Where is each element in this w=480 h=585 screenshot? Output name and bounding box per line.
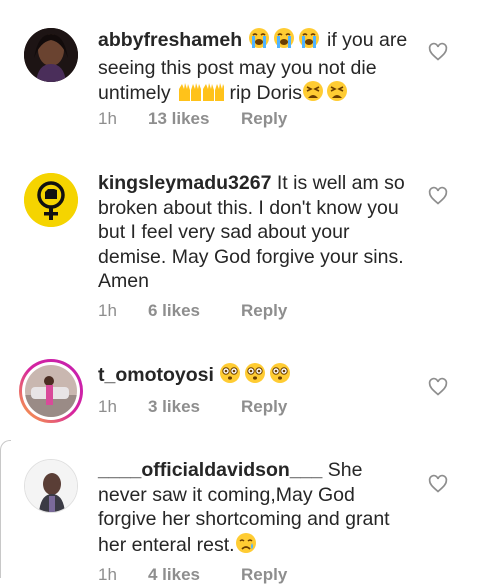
reply-button[interactable]: Reply xyxy=(241,565,287,585)
comment-meta: 1h 6 likes Reply xyxy=(98,301,287,321)
likes-count[interactable]: 6 likes xyxy=(148,301,241,321)
comment-body-end: rip Doris xyxy=(224,82,303,104)
flushed-face-emoji xyxy=(219,362,293,391)
heart-outline-icon[interactable] xyxy=(428,186,448,206)
loudly-crying-face-emoji xyxy=(248,27,322,56)
comment-time: 1h xyxy=(98,109,117,128)
comment-username[interactable]: t_omotoyosi xyxy=(98,364,214,386)
raising-hands-emoji xyxy=(176,80,226,109)
likes-count[interactable]: 13 likes xyxy=(148,109,241,129)
comment-username[interactable]: ____officialdavidson___ xyxy=(98,459,322,481)
avatar[interactable] xyxy=(24,459,78,513)
reply-button[interactable]: Reply xyxy=(241,397,287,417)
panel-edge xyxy=(0,440,11,578)
heart-outline-icon[interactable] xyxy=(428,42,448,62)
reply-button[interactable]: Reply xyxy=(241,301,287,321)
comment-meta: 1h 4 likes Reply xyxy=(98,565,287,585)
crying-face-emoji xyxy=(235,532,259,561)
comment-username[interactable]: kingsleymadu3267 xyxy=(98,172,271,194)
comment-meta: 1h 13 likes Reply xyxy=(98,109,287,129)
female-fist-symbol-icon xyxy=(24,173,78,227)
reply-button[interactable]: Reply xyxy=(241,109,287,129)
comment-text: t_omotoyosi xyxy=(98,362,416,391)
weary-face-emoji xyxy=(302,80,350,109)
avatar[interactable] xyxy=(24,28,78,82)
comment-time: 1h xyxy=(98,397,117,416)
heart-outline-icon[interactable] xyxy=(428,377,448,397)
avatar-story-ring[interactable] xyxy=(19,359,83,423)
comment-time: 1h xyxy=(98,301,117,320)
comment-username[interactable]: abbyfreshameh xyxy=(98,29,242,51)
comment-text: kingsleymadu3267 It is well am so broken… xyxy=(98,171,416,294)
heart-outline-icon[interactable] xyxy=(428,474,448,494)
comment-text: abbyfreshameh if you are seeing this pos… xyxy=(98,27,416,109)
likes-count[interactable]: 4 likes xyxy=(148,565,241,585)
comment-meta: 1h 3 likes Reply xyxy=(98,397,287,417)
likes-count[interactable]: 3 likes xyxy=(148,397,241,417)
avatar[interactable] xyxy=(24,173,78,227)
comment-text: ____officialdavidson___ She never saw it… xyxy=(98,458,416,560)
comment-time: 1h xyxy=(98,565,117,584)
